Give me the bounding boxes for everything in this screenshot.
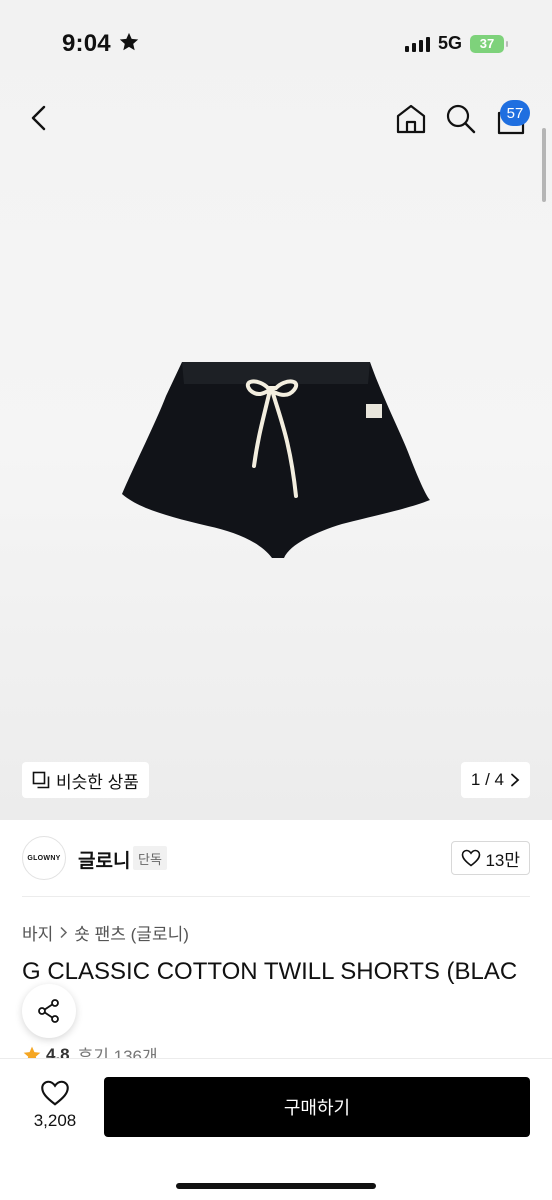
cart-count-badge: 57 (500, 100, 530, 126)
scrollbar[interactable] (542, 128, 546, 202)
breadcrumb-category[interactable]: 바지 (22, 920, 53, 945)
search-icon[interactable] (444, 102, 478, 136)
home-icon[interactable] (394, 102, 428, 136)
exclusive-badge: 단독 (133, 846, 167, 870)
wishlist-button[interactable]: 3,208 (22, 1079, 88, 1139)
battery-icon: 37 (470, 34, 508, 53)
brand-logo-text: GLOWNY (27, 854, 61, 862)
home-indicator[interactable] (176, 1183, 376, 1189)
top-navigation (0, 96, 552, 146)
status-time: 9:04 (62, 30, 111, 57)
chevron-right-icon (511, 773, 520, 787)
brand-logo[interactable]: GLOWNY (22, 836, 66, 880)
signal-icon (404, 36, 430, 52)
heart-icon (41, 1080, 69, 1106)
image-page-indicator[interactable]: 1 / 4 (460, 762, 530, 798)
buy-button[interactable]: 구매하기 (104, 1077, 530, 1137)
heart-icon (462, 849, 481, 867)
brand-like-count: 13만 (485, 850, 520, 870)
wishlist-count: 3,208 (33, 1111, 77, 1130)
divider (22, 896, 530, 897)
product-image (120, 356, 432, 566)
copy-icon (32, 771, 50, 789)
battery-level: 37 (479, 36, 495, 51)
share-icon (38, 999, 59, 1023)
breadcrumb-subcategory[interactable]: 숏 팬츠 (글로니) (74, 920, 189, 945)
status-indicators: 5G 37 (404, 33, 508, 54)
product-title: G CLASSIC COTTON TWILL SHORTS (BLAC (22, 958, 518, 985)
page-indicator-label: 1 / 4 (470, 770, 504, 789)
status-bar: 9:04 5G 37 (0, 0, 552, 86)
breadcrumb: 바지 숏 팬츠 (글로니) (22, 920, 189, 945)
brand-like-button[interactable]: 13만 (451, 841, 530, 875)
similar-products-button[interactable]: 비슷한 상품 (22, 762, 149, 798)
chevron-left-icon[interactable] (24, 102, 56, 134)
star-icon (119, 32, 139, 51)
bottom-action-bar: 3,208 구매하기 (0, 1058, 552, 1200)
chevron-right-icon (60, 926, 68, 939)
similar-products-label: 비슷한 상품 (56, 772, 139, 792)
share-button[interactable] (22, 984, 76, 1038)
brand-row: GLOWNY 글로니 단독 13만 (0, 830, 552, 896)
brand-name[interactable]: 글로니 (78, 846, 130, 873)
network-label: 5G (437, 33, 462, 53)
